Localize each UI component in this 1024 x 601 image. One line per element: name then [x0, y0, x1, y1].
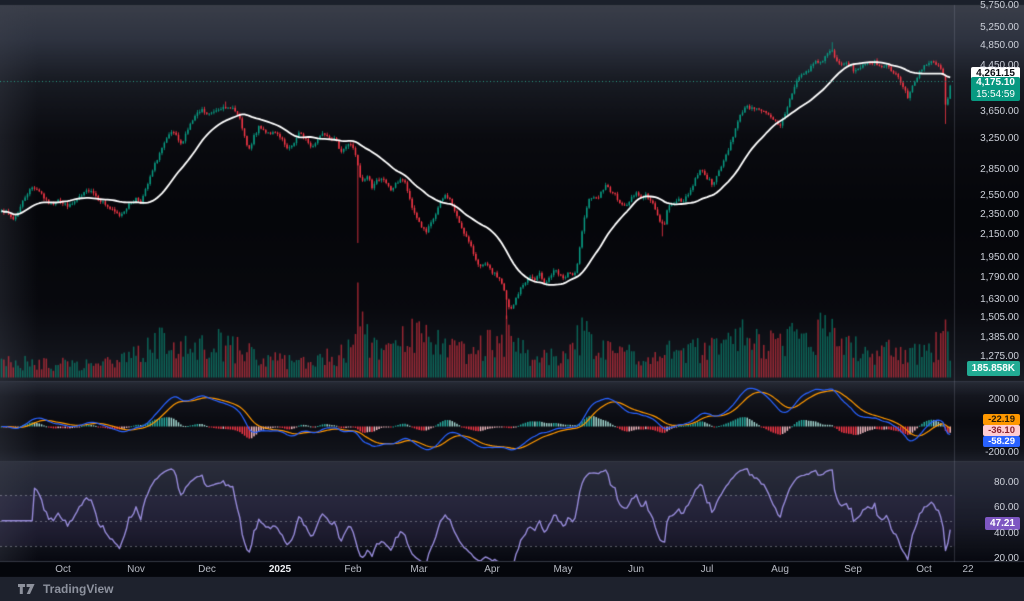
price-axis[interactable]: [955, 5, 1024, 562]
chart-root: 4,261.15 4,175.10 15:54:59 185.858K -22.…: [0, 0, 1024, 601]
tradingview-attribution[interactable]: TradingView: [18, 582, 113, 596]
footer: TradingView: [0, 577, 1024, 601]
tradingview-logo-icon: [18, 584, 35, 594]
time-axis[interactable]: [0, 562, 1024, 577]
price-chart-canvas[interactable]: [0, 0, 1024, 601]
attribution-text: TradingView: [43, 582, 114, 596]
